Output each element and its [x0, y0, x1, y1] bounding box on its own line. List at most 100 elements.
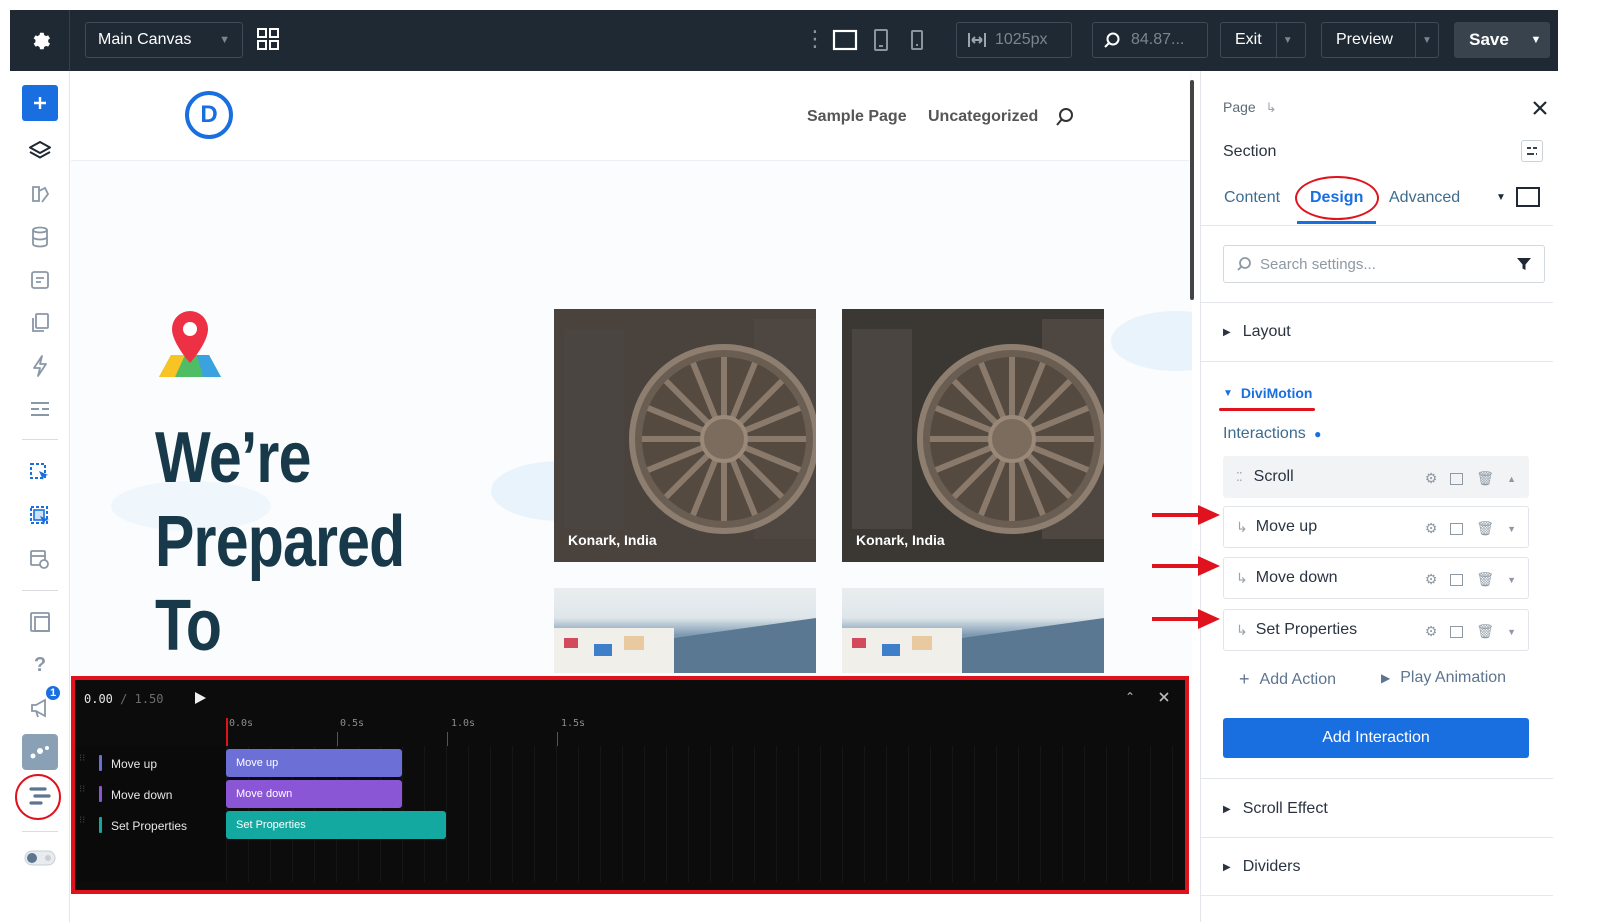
duplicate-icon[interactable] [1450, 573, 1464, 586]
tab-advanced[interactable]: Advanced [1389, 189, 1460, 207]
group-layout[interactable]: ▶ Layout [1223, 323, 1291, 341]
photo-konark-1[interactable]: Konark, India [554, 309, 816, 562]
action-row-move-up[interactable]: ↳ Move up ⚙ 🗑 ▼ [1223, 506, 1529, 548]
trash-icon[interactable]: 🗑 [1476, 520, 1494, 537]
hero-headline[interactable]: We’re Prepared To Offer You A [155, 416, 467, 683]
find-replace-icon[interactable] [22, 542, 58, 578]
trash-icon[interactable]: 🗑 [1476, 571, 1494, 588]
chevron-down-icon[interactable]: ▼ [1507, 524, 1516, 534]
group-dividers[interactable]: ▶ Dividers [1223, 858, 1301, 876]
add-module-button[interactable] [22, 85, 58, 121]
zoom-field[interactable]: 84.87... [1092, 22, 1208, 58]
multi-select-icon[interactable] [22, 499, 58, 535]
annotation-arrow [1152, 505, 1220, 525]
preview-frame-icon[interactable] [1516, 187, 1540, 207]
group-scroll-effect[interactable]: ▶ Scroll Effect [1223, 800, 1328, 818]
tab-content[interactable]: Content [1224, 189, 1280, 207]
breadcrumb[interactable]: Page ↳ [1223, 99, 1277, 116]
row-actions: ⚙ 🗑 ▲ [1425, 470, 1516, 487]
divimotion-icon[interactable] [22, 734, 58, 770]
save-chevron-down-icon[interactable]: ▼ [1524, 34, 1548, 46]
announcements-icon[interactable]: 1 [22, 684, 62, 726]
tab-overflow-chevron-icon[interactable]: ▼ [1496, 192, 1506, 203]
add-action-button[interactable]: + Add Action [1239, 669, 1336, 690]
layers-icon[interactable] [22, 133, 58, 169]
tablet-view-icon[interactable] [872, 28, 890, 57]
headline-line-2: Prepared To [155, 502, 405, 666]
group-layout-label: Layout [1242, 323, 1291, 340]
breadcrumb-return-icon: ↳ [1265, 100, 1277, 115]
database-icon[interactable] [22, 219, 58, 255]
grid-layout-icon[interactable] [256, 27, 280, 56]
drag-handle-icon[interactable]: ⁝⁝ [79, 785, 85, 795]
exit-chevron-down-icon[interactable]: ▼ [1277, 35, 1299, 46]
close-icon[interactable] [1532, 100, 1548, 121]
more-options-icon[interactable]: ⋮ [804, 28, 826, 50]
duplicate-icon[interactable] [1450, 625, 1464, 638]
duplicate-icon[interactable] [1450, 522, 1464, 535]
canvas-manager-icon[interactable] [22, 604, 58, 640]
list-settings-icon[interactable] [22, 391, 58, 427]
canvas-select[interactable]: Main Canvas ▼ [85, 22, 243, 58]
settings-search-input[interactable]: Search settings... [1223, 245, 1545, 283]
drag-handle-icon[interactable]: ⁚⁚ [1236, 470, 1243, 484]
drag-handle-icon[interactable]: ⁝⁝ [79, 754, 85, 764]
mode-toggle[interactable] [22, 840, 58, 876]
select-element-icon[interactable] [22, 456, 58, 492]
lightning-icon[interactable] [22, 348, 58, 384]
add-action-label: Add Action [1259, 670, 1337, 688]
playhead[interactable] [226, 718, 228, 746]
play-animation-button[interactable]: ▶ Play Animation [1381, 669, 1506, 687]
desktop-view-icon[interactable] [832, 28, 858, 57]
timeline-clip-set-properties[interactable]: Set Properties [226, 811, 446, 839]
canvas-width-field[interactable]: 1025px [956, 22, 1072, 58]
exit-button[interactable]: Exit ▼ [1220, 22, 1306, 58]
section-options-icon[interactable] [1521, 140, 1543, 162]
nav-link-uncategorized[interactable]: Uncategorized [928, 108, 1038, 126]
phone-view-icon[interactable] [908, 28, 926, 57]
left-sidebar: ? 1 [10, 71, 70, 922]
chevron-down-icon[interactable]: ▼ [1507, 575, 1516, 585]
action-row-move-down[interactable]: ↳ Move down ⚙ 🗑 ▼ [1223, 557, 1529, 599]
timeline-clip-move-up[interactable]: Move up [226, 749, 402, 777]
trash-icon[interactable]: 🗑 [1476, 470, 1494, 487]
chevron-up-icon[interactable]: ▲ [1507, 474, 1516, 484]
photo-konark-2[interactable]: Konark, India [842, 309, 1104, 562]
help-icon[interactable]: ? [22, 647, 58, 683]
timeline-clip-move-down[interactable]: Move down [226, 780, 402, 808]
gear-icon[interactable]: ⚙ [1425, 571, 1438, 588]
page-canvas[interactable]: D Sample Page Uncategorized We’re Prepar… [71, 71, 1192, 683]
filter-icon[interactable] [1516, 256, 1532, 272]
preview-chevron-down-icon[interactable]: ▼ [1416, 35, 1438, 46]
map-pin-icon [153, 309, 227, 388]
duplicate-icon[interactable] [1450, 472, 1464, 485]
drag-handle-icon[interactable]: ⁝⁝ [79, 816, 85, 826]
site-search-icon[interactable] [1055, 107, 1075, 132]
trash-icon[interactable]: 🗑 [1476, 623, 1494, 640]
theme-builder-icon[interactable] [22, 176, 58, 212]
canvas-scrollbar[interactable] [1190, 80, 1194, 300]
trigger-row-scroll[interactable]: ⁚⁚ Scroll ⚙ 🗑 ▲ [1223, 456, 1529, 498]
gear-icon[interactable]: ⚙ [1425, 520, 1438, 537]
settings-gear-icon[interactable] [10, 10, 70, 71]
add-interaction-button[interactable]: Add Interaction [1223, 718, 1529, 758]
gear-icon[interactable]: ⚙ [1425, 470, 1438, 487]
play-icon[interactable] [193, 691, 207, 710]
gear-icon[interactable]: ⚙ [1425, 623, 1438, 640]
collapse-chevron-up-icon[interactable]: ⌃ [1125, 690, 1135, 704]
preview-button[interactable]: Preview ▼ [1321, 22, 1439, 58]
row-color-swatch [99, 755, 102, 771]
action-row-set-properties[interactable]: ↳ Set Properties ⚙ 🗑 ▼ [1223, 609, 1529, 651]
chevron-down-icon[interactable]: ▼ [1507, 627, 1516, 637]
nav-link-sample-page[interactable]: Sample Page [807, 108, 907, 126]
close-icon[interactable] [1158, 690, 1170, 708]
photo-santorini-2[interactable] [842, 588, 1104, 673]
sidebar-divider [22, 831, 58, 832]
copy-pages-icon[interactable] [22, 305, 58, 341]
save-button[interactable]: Save ▼ [1454, 22, 1550, 58]
site-logo[interactable]: D [185, 91, 233, 139]
photo-caption: Konark, India [856, 532, 945, 548]
page-settings-icon[interactable] [22, 262, 58, 298]
group-divimotion[interactable]: ▼ DiviMotion [1223, 385, 1312, 401]
photo-santorini-1[interactable] [554, 588, 816, 673]
